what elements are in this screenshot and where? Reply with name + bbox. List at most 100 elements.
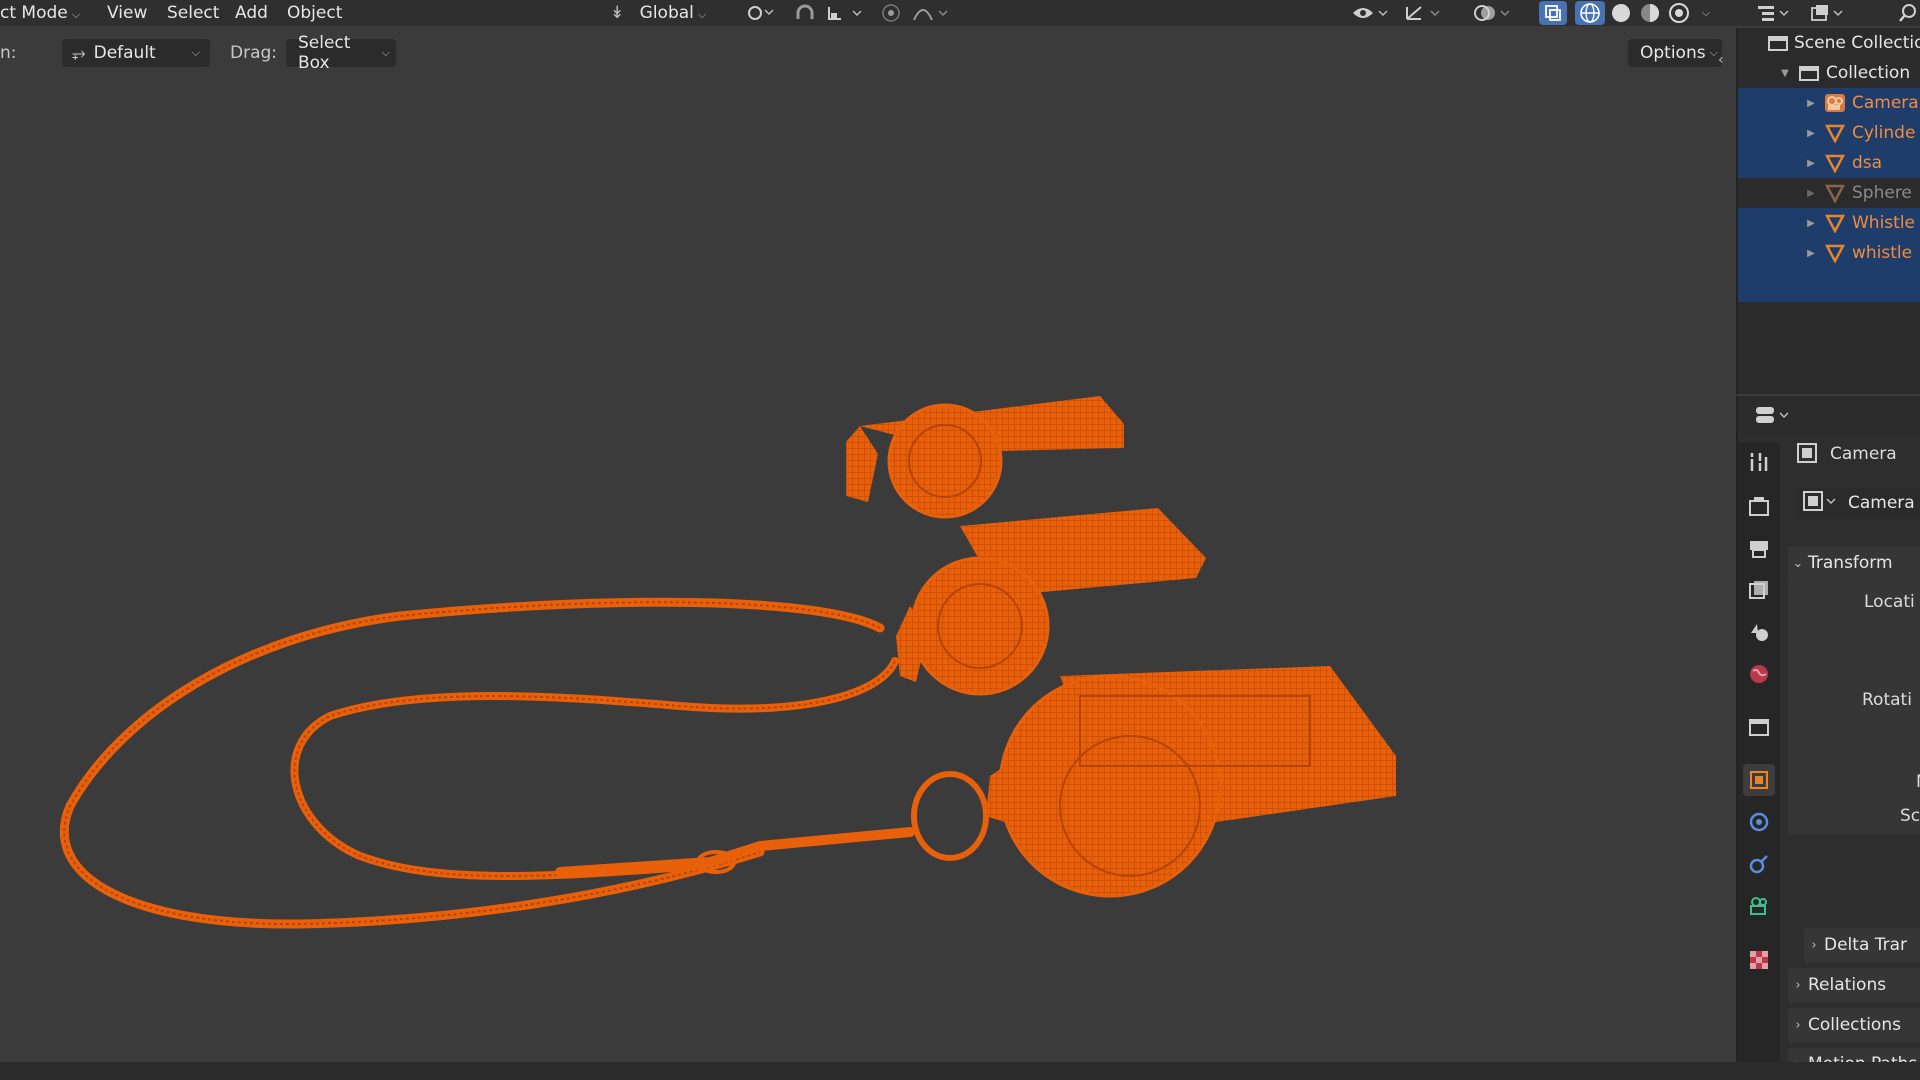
object-type-dropdown-icon[interactable] xyxy=(1802,490,1840,517)
mesh-icon xyxy=(1824,182,1846,204)
expand-triangle-icon[interactable]: ▶ xyxy=(1804,188,1818,199)
outliner-item-label: Cylinde xyxy=(1852,123,1916,143)
outliner-item-dsa[interactable]: ▶ dsa xyxy=(1738,148,1920,178)
xray-toggle-icon[interactable] xyxy=(1539,1,1567,25)
search-icon[interactable] xyxy=(1896,1,1920,25)
relations-panel-header[interactable]: › Relations xyxy=(1788,968,1920,1002)
status-bar xyxy=(0,1062,1920,1080)
lanyard-clip xyxy=(555,827,915,877)
drag-mode-dropdown[interactable]: Select Box ⌵ xyxy=(286,33,396,73)
camera-icon xyxy=(1824,92,1846,114)
view-layer-tab-icon[interactable] xyxy=(1743,574,1775,606)
menu-add[interactable]: Add xyxy=(235,2,268,24)
texture-tab-icon[interactable] xyxy=(1743,944,1775,976)
world-tab-icon[interactable] xyxy=(1743,658,1775,690)
collection-tab-icon[interactable] xyxy=(1743,710,1775,742)
whistle-large xyxy=(986,666,1396,898)
expand-triangle-icon[interactable]: ▶ xyxy=(1804,98,1818,109)
object-data-camera-tab-icon[interactable] xyxy=(1743,890,1775,922)
collection-row[interactable]: ▼ Collection xyxy=(1738,58,1920,88)
outliner-item-camera[interactable]: ▶ Camera xyxy=(1738,88,1920,118)
outliner-item-sphere[interactable]: ▶ Sphere xyxy=(1738,178,1920,208)
location-label: Locati xyxy=(1864,592,1915,612)
options-dropdown[interactable]: Options ⌵ xyxy=(1628,39,1722,67)
snap-target-icon[interactable] xyxy=(822,1,868,25)
menu-select[interactable]: Select xyxy=(167,2,219,24)
expand-triangle-icon[interactable]: ▶ xyxy=(1804,248,1818,259)
expand-triangle-icon[interactable]: ▼ xyxy=(1778,68,1792,79)
falloff-icon[interactable] xyxy=(908,1,954,25)
panel-collapsed-icon: › xyxy=(1811,937,1817,953)
scene-collection-icon xyxy=(1768,32,1788,54)
constraints-tab-icon[interactable] xyxy=(1743,848,1775,880)
whistle-medium xyxy=(896,508,1206,696)
expand-triangle-icon[interactable]: ▶ xyxy=(1804,218,1818,229)
orientation-icon: ↡ xyxy=(610,3,625,23)
outliner-item-label: Whistle xyxy=(1852,213,1916,233)
transform-panel-title: Transform xyxy=(1808,553,1893,573)
orientation-label: n: xyxy=(0,43,17,63)
outliner-display-mode-icon[interactable] xyxy=(1752,1,1794,25)
outliner-filter-icon[interactable] xyxy=(1806,1,1848,25)
tool-settings-bar: n: ⥅ Default ⌵ Drag: Select Box ⌵ Option… xyxy=(0,28,1734,76)
object-tab-icon[interactable] xyxy=(1743,764,1775,796)
sidebar-collapse-icon[interactable]: ‹ xyxy=(1718,52,1724,68)
proportional-editing-icon[interactable] xyxy=(876,1,906,25)
mesh-icon xyxy=(1824,122,1846,144)
relations-panel-title: Relations xyxy=(1808,975,1887,995)
collections-panel-title: Collections xyxy=(1808,1015,1901,1035)
options-label: Options xyxy=(1640,43,1706,63)
gizmo-icon[interactable] xyxy=(1400,1,1446,25)
scene-wireframe xyxy=(59,396,1396,929)
3d-viewport[interactable] xyxy=(0,76,1734,1062)
drag-value: Select Box xyxy=(298,33,351,73)
panel-expand-icon: ⌄ xyxy=(1792,555,1804,571)
render-tab-icon[interactable] xyxy=(1743,490,1775,522)
collection-label: Collection xyxy=(1826,63,1911,83)
output-tab-icon[interactable] xyxy=(1743,532,1775,564)
object-datablock-field[interactable]: Camera xyxy=(1796,488,1920,518)
datablock-name-input[interactable]: Camera xyxy=(1848,493,1915,513)
outliner-item-cylinder[interactable]: ▶ Cylinde xyxy=(1738,118,1920,148)
properties-editor-type-icon[interactable] xyxy=(1754,404,1792,431)
delta-transform-subpanel[interactable]: › Delta Trar xyxy=(1804,928,1920,962)
orientation-axes-icon: ⥅ xyxy=(72,43,86,63)
pivot-point-icon[interactable] xyxy=(738,1,782,25)
viewport-header: ct Mode ⌵ View Select Add Object ↡ Global… xyxy=(0,0,1920,26)
collections-panel-header[interactable]: › Collections xyxy=(1788,1008,1920,1042)
shading-options-chevron-icon[interactable]: ⌵ xyxy=(1696,1,1716,25)
object-type-icon xyxy=(1796,442,1818,469)
outliner-selection-tail xyxy=(1738,268,1920,302)
snap-icon[interactable] xyxy=(790,1,820,25)
overlays-icon[interactable] xyxy=(1470,1,1516,25)
material-shading-icon[interactable] xyxy=(1636,1,1664,25)
expand-triangle-icon[interactable]: ▶ xyxy=(1804,158,1818,169)
orientation-label: Global xyxy=(639,3,694,23)
delta-transform-title: Delta Trar xyxy=(1824,935,1908,955)
outliner-item-label: Sphere xyxy=(1852,183,1912,203)
tool-tab-icon[interactable] xyxy=(1743,446,1775,478)
mode-selector[interactable]: ct Mode ⌵ xyxy=(0,2,80,24)
outliner-item-label: Camera xyxy=(1852,93,1919,113)
physics-tab-icon[interactable] xyxy=(1743,806,1775,838)
properties-header xyxy=(1738,396,1920,434)
wireframe-shading-icon[interactable] xyxy=(1575,1,1605,25)
menu-object[interactable]: Object xyxy=(287,2,342,24)
menu-view[interactable]: View xyxy=(107,2,147,24)
rendered-shading-icon[interactable] xyxy=(1665,1,1693,25)
transform-orientation-dropdown[interactable]: ⥅ Default ⌵ xyxy=(62,39,210,67)
orientation-dropdown[interactable]: ↡ Global ⌵ xyxy=(610,2,706,24)
scene-collection-label: Scene Collectio xyxy=(1794,33,1920,53)
outliner-item-whistle-lower[interactable]: ▶ whistle xyxy=(1738,238,1920,268)
transform-panel-header[interactable]: ⌄ Transform xyxy=(1788,546,1920,580)
properties-tab-bar xyxy=(1738,442,1780,1080)
scene-collection-row[interactable]: Scene Collectio xyxy=(1738,28,1920,58)
solid-shading-icon[interactable] xyxy=(1607,1,1635,25)
visibility-eye-icon[interactable] xyxy=(1348,1,1394,25)
mesh-icon xyxy=(1824,152,1846,174)
expand-triangle-icon[interactable]: ▶ xyxy=(1804,128,1818,139)
outliner-item-whistle[interactable]: ▶ Whistle xyxy=(1738,208,1920,238)
scene-tab-icon[interactable] xyxy=(1743,616,1775,648)
panel-collapsed-icon: › xyxy=(1795,977,1801,993)
outliner-item-label: dsa xyxy=(1852,153,1883,173)
